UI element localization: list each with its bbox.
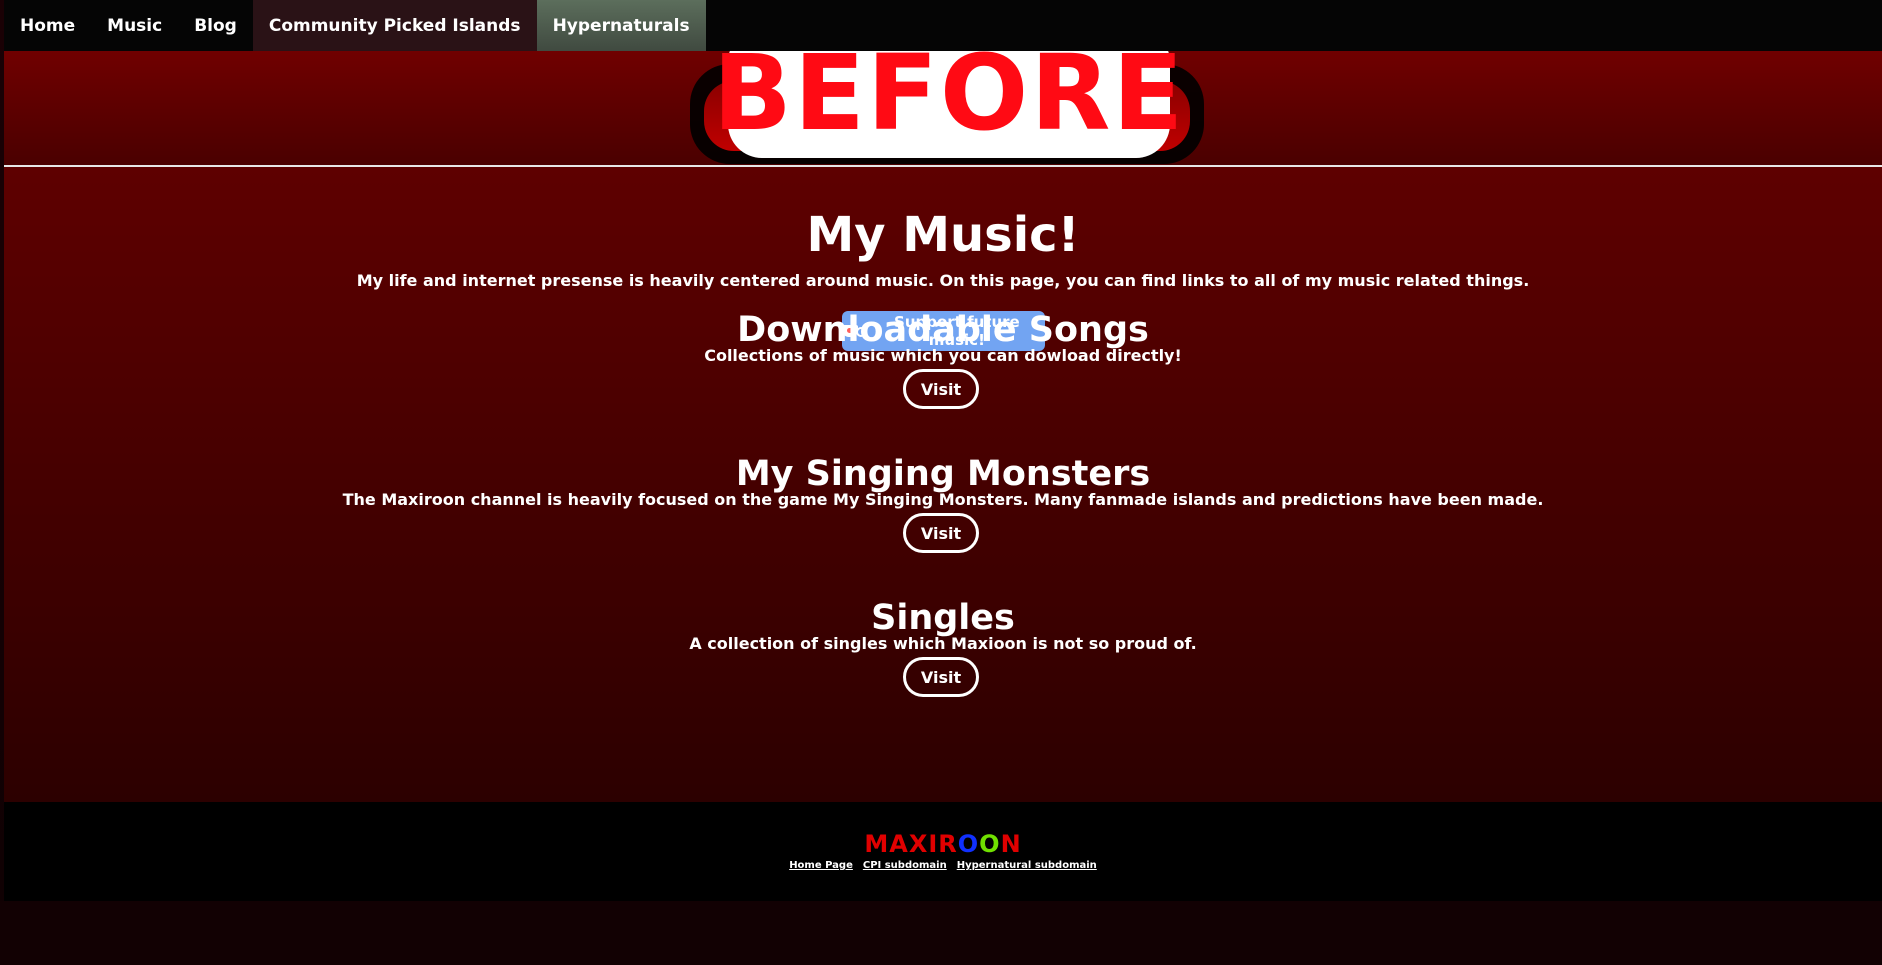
footer-logo-letter: A [889,830,909,858]
section-title-downloadable-songs: Downloadable Songs [737,310,1149,350]
visit-button-my-singing-monsters[interactable]: Visit [903,513,979,553]
footer-links: Home Page CPI subdomain Hypernatural sub… [4,860,1882,871]
footer-logo-letter: I [928,830,939,858]
top-nav: Home Music Blog Community Picked Islands… [4,0,1882,51]
nav-item-home[interactable]: Home [4,0,91,51]
section-desc-downloadable-songs: Collections of music which you can dowlo… [704,346,1182,365]
main-content: My Music! My life and internet presense … [4,167,1882,802]
section-desc-my-singing-monsters: The Maxiroon channel is heavily focused … [342,490,1544,509]
section-title-singles: Singles [871,598,1015,638]
section-title-my-singing-monsters: My Singing Monsters [735,454,1151,494]
nav-item-blog[interactable]: Blog [178,0,253,51]
footer-logo-letter: O [979,830,1001,858]
footer-logo-letter: X [908,830,929,858]
footer-logo-letter: R [938,830,958,858]
page-title: My Music! [806,207,1080,263]
page: Home Music Blog Community Picked Islands… [0,0,1882,965]
visit-button-downloadable-songs[interactable]: Visit [903,369,979,409]
footer-link-home-page[interactable]: Home Page [789,860,853,871]
visit-button-singles[interactable]: Visit [903,657,979,697]
footer-logo-letter: N [1000,830,1022,858]
footer-maxiroon-logo: MAXIROON [4,830,1882,858]
intro-text: My life and internet presense is heavily… [356,271,1530,290]
footer: MAXIROON Home Page CPI subdomain Hyperna… [4,802,1882,901]
before-overlay-badge: BEFORE [713,51,1183,152]
footer-link-hypernatural-subdomain[interactable]: Hypernatural subdomain [957,860,1097,871]
header-banner: BEFORE [4,51,1882,167]
nav-item-hypernaturals[interactable]: Hypernaturals [536,0,706,51]
before-overlay-text: BEFORE [712,51,1186,154]
nav-item-community-picked-islands[interactable]: Community Picked Islands [252,0,537,51]
nav-item-music[interactable]: Music [91,0,178,51]
page-bottom-background [0,901,1882,965]
footer-logo-letter: O [957,830,980,858]
footer-link-cpi-subdomain[interactable]: CPI subdomain [863,860,947,871]
section-desc-singles: A collection of singles which Maxioon is… [689,634,1197,653]
footer-logo-letter: M [864,830,890,858]
